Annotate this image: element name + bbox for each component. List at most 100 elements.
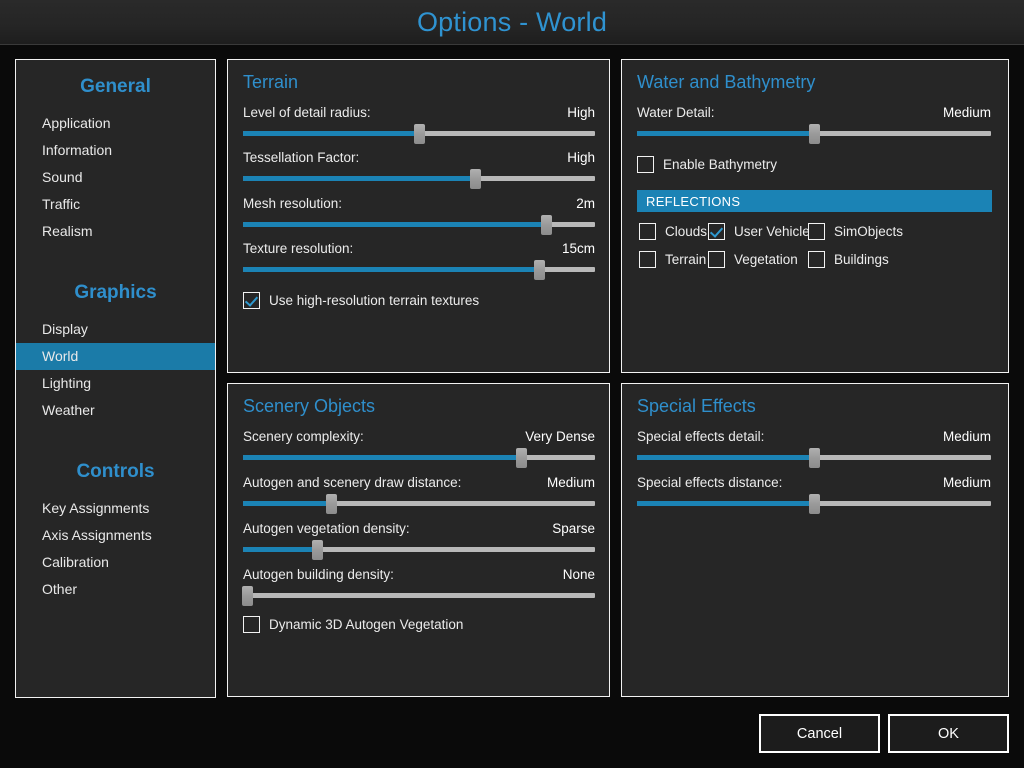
slider-fill	[243, 222, 546, 227]
ok-button[interactable]: OK	[888, 714, 1009, 753]
checkbox-reflection-simobjects[interactable]: SimObjects	[808, 223, 903, 240]
slider[interactable]	[243, 260, 595, 280]
slider-handle[interactable]	[516, 448, 528, 468]
checkbox-icon[interactable]	[639, 223, 656, 240]
slider[interactable]	[243, 540, 595, 560]
sidebar-item-calibration[interactable]: Calibration	[16, 549, 215, 576]
slider-handle[interactable]	[414, 124, 425, 144]
slider-handle[interactable]	[326, 494, 337, 514]
sidebar-item-world[interactable]: World	[16, 343, 215, 370]
checkbox-enable-bathymetry[interactable]: Enable Bathymetry	[637, 156, 777, 173]
reflections-section-label: REFLECTIONS	[646, 193, 741, 209]
sidebar-item-application[interactable]: Application	[16, 110, 215, 137]
checkbox-reflection-buildings[interactable]: Buildings	[808, 251, 889, 268]
checkbox-icon[interactable]	[243, 616, 260, 633]
checkbox-icon[interactable]	[708, 251, 725, 268]
checkbox-label: Use high-resolution terrain textures	[269, 293, 480, 308]
options-dialog: Options - World General Application Info…	[0, 0, 1024, 768]
panel-water-title: Water and Bathymetry	[637, 72, 816, 92]
slider-handle[interactable]	[470, 169, 482, 189]
panel-special-effects: Special Effects Special effects detail: …	[621, 383, 1009, 697]
page-title: Options - World	[416, 7, 608, 37]
slider-handle[interactable]	[241, 586, 253, 606]
slider-fill	[637, 501, 814, 506]
slider-handle[interactable]	[809, 124, 820, 144]
slider-value: Very Dense	[525, 429, 595, 444]
slider-value: High	[567, 150, 595, 165]
checkbox-label: Enable Bathymetry	[663, 157, 778, 172]
reflections-section-header: REFLECTIONS	[637, 190, 992, 212]
slider[interactable]	[243, 124, 595, 144]
sidebar-item-traffic[interactable]: Traffic	[16, 191, 215, 218]
sidebar-item-information[interactable]: Information	[16, 137, 215, 164]
checkbox-icon[interactable]	[808, 223, 825, 240]
sidebar-group-title: Graphics	[74, 282, 157, 303]
slider[interactable]	[243, 215, 595, 235]
sidebar-item-axis-assignments[interactable]: Axis Assignments	[16, 522, 215, 549]
slider-label: Water Detail:	[637, 105, 715, 120]
sidebar-item-label: Display	[42, 321, 88, 337]
checkbox-dynamic-3d-autogen-vegetation[interactable]: Dynamic 3D Autogen Vegetation	[243, 616, 463, 633]
slider-handle[interactable]	[540, 215, 552, 235]
slider-fill	[243, 547, 317, 552]
checkbox-high-res-terrain-textures[interactable]: Use high-resolution terrain textures	[243, 292, 479, 309]
sidebar-item-weather[interactable]: Weather	[16, 397, 215, 424]
slider-fill	[243, 455, 522, 460]
slider[interactable]	[637, 448, 991, 468]
slider[interactable]	[637, 124, 991, 144]
checkbox-label: Vegetation	[734, 252, 798, 267]
panel-scenery: Scenery Objects Scenery complexity: Very…	[227, 383, 610, 697]
slider-label: Scenery complexity:	[243, 429, 364, 444]
checkbox-icon[interactable]	[708, 223, 725, 240]
panel-terrain: Terrain Level of detail radius: High Tes…	[227, 59, 610, 373]
slider[interactable]	[241, 586, 595, 606]
slider[interactable]	[243, 494, 595, 514]
checkbox-reflection-clouds[interactable]: Clouds	[639, 223, 707, 240]
sidebar-item-lighting[interactable]: Lighting	[16, 370, 215, 397]
checkbox-icon[interactable]	[637, 156, 654, 173]
sidebar-item-label: Axis Assignments	[42, 527, 152, 543]
sidebar-item-other[interactable]: Other	[16, 576, 215, 603]
slider[interactable]	[243, 169, 595, 189]
slider-value: Medium	[942, 429, 991, 444]
slider-handle[interactable]	[311, 540, 323, 560]
slider-track[interactable]	[243, 593, 595, 598]
checkbox-reflection-terrain[interactable]: Terrain	[639, 251, 706, 268]
slider-value: 2m	[576, 196, 595, 211]
sidebar-item-display[interactable]: Display	[16, 316, 215, 343]
slider-fill	[637, 455, 814, 460]
sidebar-nav: General Application Information Sound Tr…	[15, 59, 216, 698]
slider-label: Tessellation Factor:	[243, 150, 360, 165]
sidebar-item-label: Application	[42, 115, 111, 131]
checkbox-reflection-user-vehicle[interactable]: User Vehicle	[708, 223, 810, 240]
checkbox-icon[interactable]	[639, 251, 656, 268]
checkbox-label: User Vehicle	[734, 224, 810, 239]
slider-value: Sparse	[552, 521, 595, 536]
checkbox-label: Terrain	[665, 252, 707, 267]
sidebar-item-label: Traffic	[42, 196, 81, 212]
slider-fill	[243, 501, 331, 506]
panel-scenery-title: Scenery Objects	[243, 396, 376, 416]
sidebar-item-sound[interactable]: Sound	[16, 164, 215, 191]
slider-value: High	[567, 105, 595, 120]
checkbox-icon[interactable]	[808, 251, 825, 268]
slider-handle[interactable]	[809, 494, 820, 514]
slider[interactable]	[243, 448, 595, 468]
sidebar-item-label: Lighting	[42, 375, 92, 391]
slider-label: Texture resolution:	[243, 241, 354, 256]
slider[interactable]	[637, 494, 991, 514]
slider-label: Mesh resolution:	[243, 196, 343, 211]
checkbox-reflection-vegetation[interactable]: Vegetation	[708, 251, 798, 268]
sidebar-item-label: Other	[42, 581, 78, 597]
sidebar-item-realism[interactable]: Realism	[16, 218, 215, 245]
slider-value: 15cm	[561, 241, 595, 256]
checkbox-icon[interactable]	[243, 292, 260, 309]
slider-label: Level of detail radius:	[243, 105, 371, 120]
panel-terrain-title: Terrain	[243, 72, 299, 92]
slider-value: Medium	[942, 475, 991, 490]
slider-handle[interactable]	[809, 448, 820, 468]
slider-handle[interactable]	[533, 260, 545, 280]
sidebar-item-label: Sound	[42, 169, 83, 185]
sidebar-item-key-assignments[interactable]: Key Assignments	[16, 495, 215, 522]
cancel-button[interactable]: Cancel	[759, 714, 880, 753]
